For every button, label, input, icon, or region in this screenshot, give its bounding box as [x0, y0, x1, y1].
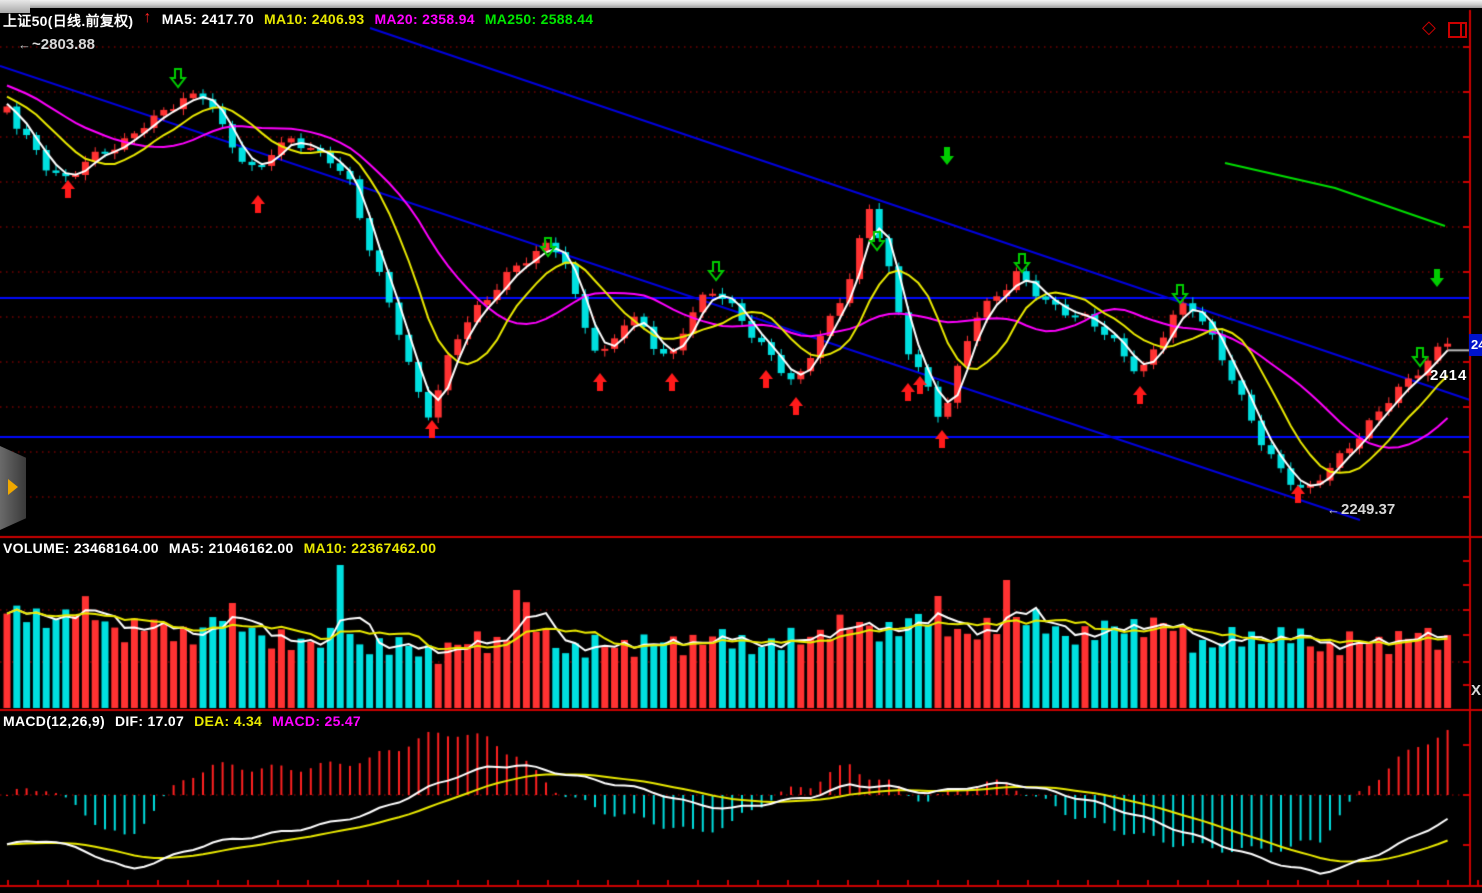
ma250-value: MA250: 2588.44: [485, 11, 594, 31]
up-arrow-icon: ↑: [143, 11, 151, 31]
volume-ma5-value: MA5: 21046162.00: [169, 540, 294, 556]
high-price-label: ←~2803.88: [18, 36, 95, 53]
macd-value: MACD: 25.47: [272, 713, 361, 729]
low-price-value: 2249.37: [1341, 501, 1395, 518]
volume-value: VOLUME: 23468164.00: [3, 540, 159, 556]
app-root: 上证50(日线.前复权) ↑ MA5: 2417.70 MA10: 2406.9…: [0, 0, 1482, 893]
ma5-value: MA5: 2417.70: [162, 11, 254, 31]
window-icon[interactable]: [1448, 22, 1467, 38]
volume-header: VOLUME: 23468164.00 MA5: 21046162.00 MA1…: [3, 540, 436, 556]
sidebar-expand-handle[interactable]: [0, 446, 26, 530]
ma20-value: MA20: 2358.94: [374, 11, 474, 31]
last-price-label: 2414: [1430, 367, 1467, 384]
high-price-value: ~2803.88: [32, 36, 95, 53]
current-price-badge: 24: [1469, 334, 1482, 356]
pane-close-button[interactable]: X: [1471, 682, 1481, 699]
left-arrow-icon: ←: [18, 37, 31, 52]
chart-title: 上证50(日线.前复权): [3, 11, 133, 31]
window-icon-divider: [1460, 24, 1462, 36]
dea-value: DEA: 4.34: [194, 713, 262, 729]
diamond-icon[interactable]: ◇: [1422, 17, 1436, 38]
macd-params: MACD(12,26,9): [3, 713, 105, 729]
macd-header: MACD(12,26,9) DIF: 17.07 DEA: 4.34 MACD:…: [3, 713, 361, 729]
right-triangle-icon: [8, 479, 18, 495]
dif-value: DIF: 17.07: [115, 713, 184, 729]
left-arrow-icon: ←: [1327, 502, 1340, 517]
ma10-value: MA10: 2406.93: [264, 11, 364, 31]
volume-ma10-value: MA10: 22367462.00: [304, 540, 437, 556]
main-chart-header: 上证50(日线.前复权) ↑ MA5: 2417.70 MA10: 2406.9…: [3, 11, 593, 31]
low-price-label: ←2249.37: [1327, 501, 1395, 518]
window-top-strip: [0, 0, 1482, 8]
chart-canvas[interactable]: [0, 0, 1482, 893]
